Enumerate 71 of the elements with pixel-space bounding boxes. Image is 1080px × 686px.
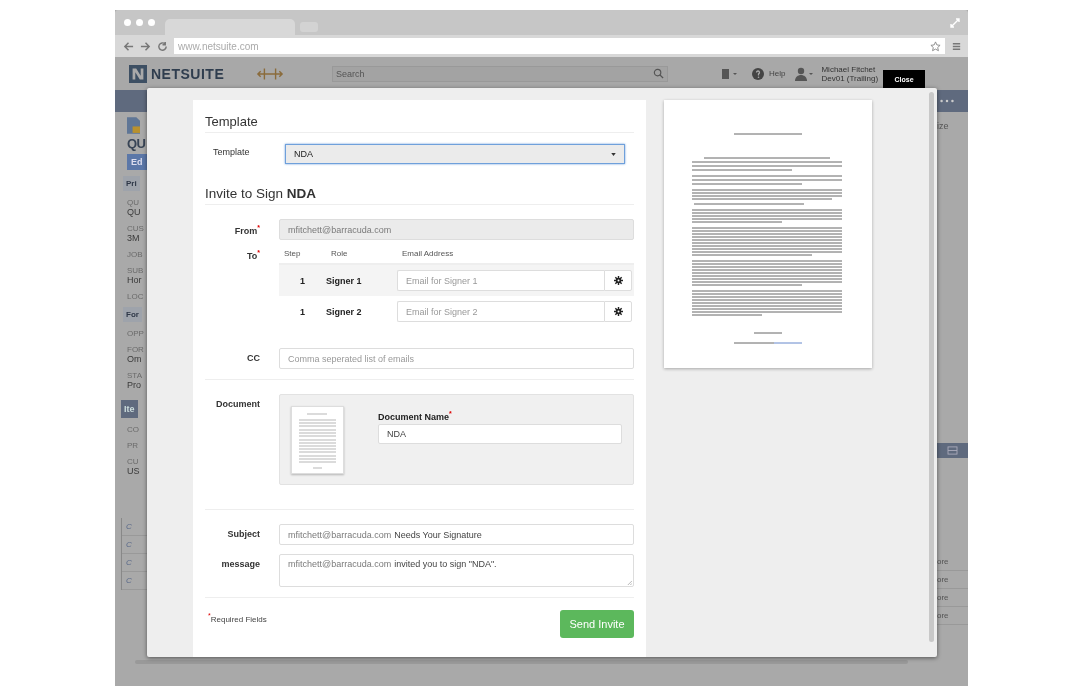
role-cell-text: Signer 1 — [326, 275, 363, 286]
field-label: To$^{*}$ — [245, 249, 260, 261]
message-field[interactable]: mfitchett@barracuda.com invited you to sign "NDA". — [279, 554, 634, 587]
list-icon[interactable] — [947, 446, 958, 455]
window-dot-icon[interactable] — [136, 19, 143, 26]
fullscreen-icon[interactable] — [950, 17, 960, 28]
field-label: ize — [937, 121, 949, 131]
field-label: Template — [212, 147, 251, 157]
reload-icon[interactable] — [157, 40, 168, 52]
settings-icon — [613, 276, 623, 285]
cc-field[interactable]: Comma seperated list of emails — [279, 348, 634, 369]
step-cell-text: 1 — [299, 306, 306, 317]
field-value: Om — [127, 354, 142, 364]
template-dropdown[interactable]: NDA — [285, 144, 625, 164]
column-header: Role — [331, 249, 349, 260]
user-avatar-icon[interactable] — [795, 66, 816, 81]
field-value: US — [127, 466, 140, 476]
edit-button[interactable]: Ed — [127, 154, 147, 170]
settings-button[interactable] — [604, 270, 632, 291]
field-label: message — [220, 558, 260, 569]
settings-button[interactable] — [604, 301, 632, 322]
horizontal-scrollbar[interactable] — [135, 660, 908, 664]
email-field[interactable]: Email for Signer 1 — [397, 270, 604, 291]
forward-icon[interactable] — [140, 40, 151, 52]
window-dot-icon[interactable] — [148, 19, 155, 26]
subject-field[interactable]: mfitchett@barracuda.com Needs Your Signature — [279, 524, 634, 545]
email-field[interactable]: Email for Signer 2 — [397, 301, 604, 322]
resize-handle-icon[interactable] — [627, 580, 632, 585]
address-field[interactable]: www.netsuite.com — [174, 38, 945, 54]
sync-arrows-icon[interactable] — [256, 65, 284, 82]
subtab[interactable]: Ite — [121, 400, 138, 418]
document-thumbnail-drawing — [291, 406, 344, 474]
star-icon[interactable] — [930, 40, 941, 52]
step-cell-text: 1 — [299, 275, 306, 286]
section-header: Pri — [123, 176, 140, 191]
search-icon[interactable] — [653, 68, 664, 79]
field-label: STA — [127, 371, 142, 380]
field-label: CC — [246, 352, 260, 363]
document-name-field[interactable]: NDA — [378, 424, 622, 444]
section-header: For — [123, 307, 142, 322]
field-label: From$^{*}$ — [233, 223, 260, 236]
section-title: Template — [205, 114, 634, 133]
send-invite-button[interactable]: Send Invite — [560, 610, 634, 638]
record-title: QU — [127, 136, 146, 151]
more-icon[interactable] — [940, 99, 954, 103]
settings-icon — [613, 307, 623, 316]
field-value: QU — [127, 207, 141, 217]
user-name: Michael Fitchet — [821, 64, 877, 74]
vertical-scrollbar[interactable] — [929, 92, 934, 642]
field-label: Document Name$^{*}$ — [378, 410, 453, 422]
help-link[interactable]: Help — [769, 69, 786, 78]
field-value: Hor — [127, 275, 142, 285]
caret-icon — [611, 152, 616, 156]
search-field[interactable]: Search — [332, 65, 668, 82]
field-value: Pro — [127, 380, 141, 390]
required-fields-note: $^{*}$Required Fields — [208, 612, 267, 624]
field-label: Subject — [226, 528, 260, 539]
column-header: Step — [283, 249, 302, 260]
section-title: Invite to Sign NDA — [205, 186, 634, 205]
logo-text[interactable]: NETSUITE — [151, 65, 225, 82]
menu-icon[interactable] — [951, 40, 962, 52]
logo-icon[interactable] — [129, 64, 147, 83]
role-cell-text: Signer 2 — [326, 306, 363, 317]
user-role: Dev01 (Trailing) — [821, 73, 879, 83]
column-header: Email Address — [402, 249, 454, 260]
field-label: Document — [215, 398, 260, 409]
document-icon — [127, 117, 140, 134]
field-value: 3M — [127, 233, 140, 243]
back-icon[interactable] — [123, 40, 134, 52]
help-icon[interactable] — [752, 67, 764, 80]
window-dot-icon[interactable] — [124, 19, 131, 26]
